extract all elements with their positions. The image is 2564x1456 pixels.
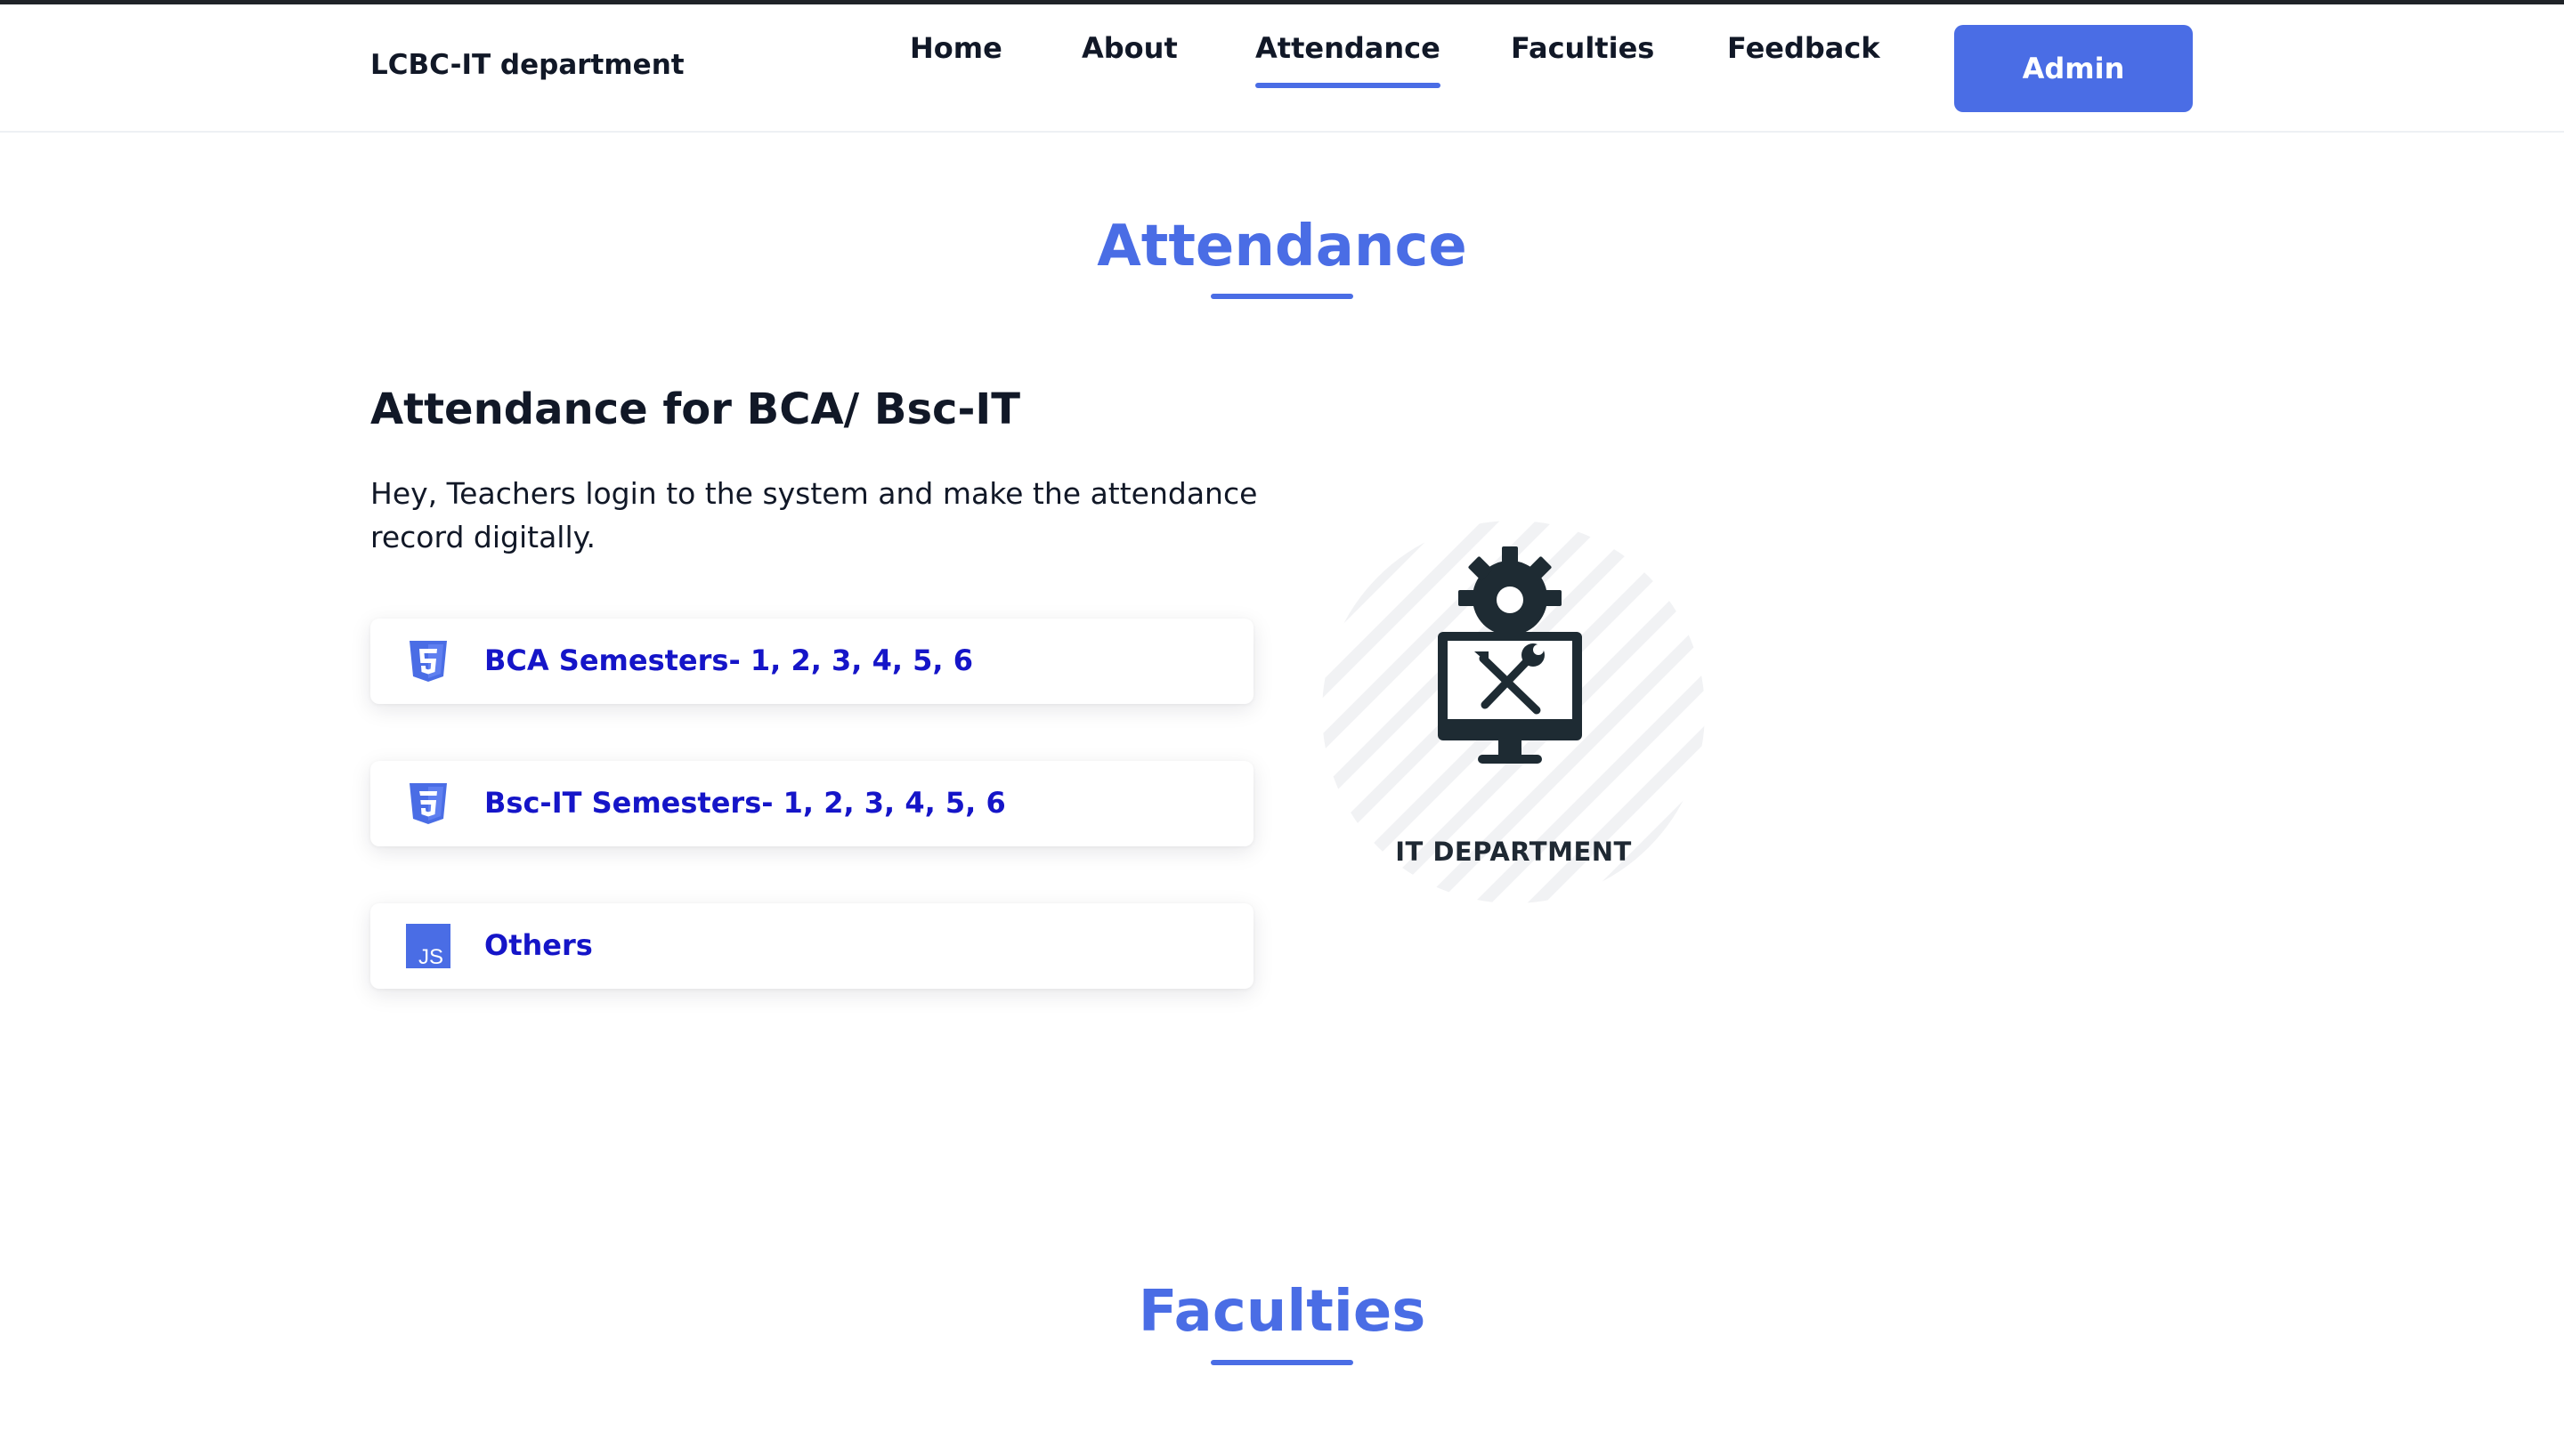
card-label: Others [484,928,593,962]
brand-name[interactable]: LCBC-IT department [370,49,685,81]
card-bca-semesters[interactable]: BCA Semesters- 1, 2, 3, 4, 5, 6 [370,619,1254,704]
card-bscit-semesters[interactable]: Bsc-IT Semesters- 1, 2, 3, 4, 5, 6 [370,761,1254,846]
js-icon-text: JS [418,945,443,968]
nav-about[interactable]: About [1082,31,1178,65]
nav-home[interactable]: Home [910,31,1002,65]
nav-faculties[interactable]: Faculties [1511,31,1654,65]
css3-icon [410,783,447,824]
attendance-section-title: Attendance [1097,214,1467,279]
card-label: BCA Semesters- 1, 2, 3, 4, 5, 6 [484,643,973,677]
card-label: Bsc-IT Semesters- 1, 2, 3, 4, 5, 6 [484,786,1006,820]
card-others[interactable]: JS Others [370,903,1254,989]
admin-button[interactable]: Admin [1954,25,2193,112]
js-icon: JS [406,924,450,968]
nav-feedback[interactable]: Feedback [1727,31,1880,65]
monitor-icon [1438,632,1582,764]
attendance-intro: Hey, Teachers login to the system and ma… [370,476,1258,554]
attendance-title-underline [1211,294,1353,299]
nav-attendance[interactable]: Attendance [1255,31,1440,88]
attendance-heading: Attendance for BCA/ Bsc-IT [370,384,1020,434]
html5-icon [410,641,447,682]
faculties-section-title: Faculties [1138,1279,1426,1345]
faculties-title-underline [1211,1360,1353,1365]
it-department-label: IT DEPARTMENT [1395,837,1632,867]
site-header: LCBC-IT department Home About Attendance… [0,4,2564,133]
